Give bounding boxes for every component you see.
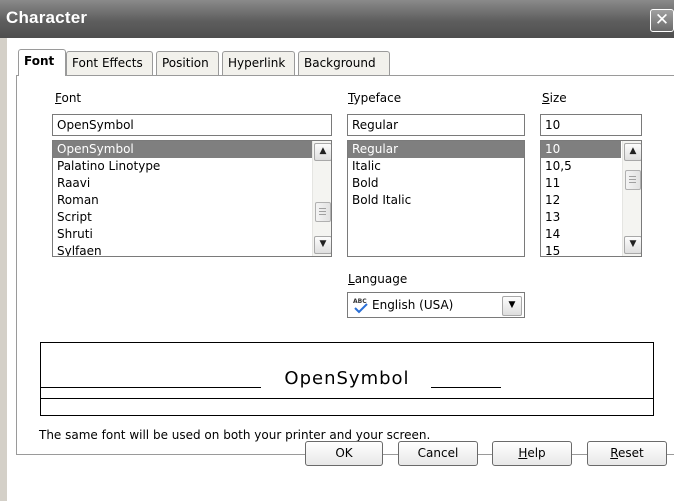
scroll-down-icon[interactable]: ▼ xyxy=(314,236,331,254)
language-value: English (USA) xyxy=(372,298,454,312)
list-item[interactable]: Shruti xyxy=(53,226,315,243)
scroll-thumb[interactable] xyxy=(625,170,641,190)
scroll-down-icon[interactable]: ▼ xyxy=(624,236,641,254)
list-item[interactable]: 10,5 xyxy=(541,158,621,175)
close-icon: ✕ xyxy=(654,10,670,30)
window-title: Character xyxy=(6,8,88,27)
list-item[interactable]: Script xyxy=(53,209,315,226)
typeface-input[interactable]: Regular xyxy=(347,114,525,136)
list-item[interactable]: 12 xyxy=(541,192,621,209)
list-item[interactable]: 10 xyxy=(541,141,621,158)
scroll-up-icon[interactable]: ▲ xyxy=(624,143,641,161)
tab-background[interactable]: Background xyxy=(298,51,390,75)
list-item[interactable]: 13 xyxy=(541,209,621,226)
size-list[interactable]: 10 10,5 11 12 13 14 15 ▲ ▼ xyxy=(540,140,642,257)
tab-font[interactable]: Font xyxy=(18,49,66,76)
tab-hyperlink[interactable]: Hyperlink xyxy=(222,51,295,75)
font-name-input[interactable]: OpenSymbol xyxy=(52,114,332,136)
svg-text:ABC: ABC xyxy=(353,298,367,305)
title-bar xyxy=(0,0,674,38)
list-item[interactable]: Raavi xyxy=(53,175,315,192)
size-list-scrollbar[interactable]: ▲ ▼ xyxy=(622,141,641,256)
preview-text: OpenSymbol xyxy=(284,368,410,389)
spellcheck-icon: ABC xyxy=(353,298,368,314)
list-item[interactable]: OpenSymbol xyxy=(53,141,315,158)
language-select[interactable]: ABC English (USA) ▼ xyxy=(347,292,525,318)
window-frame xyxy=(0,38,7,501)
size-label: Size xyxy=(542,91,567,105)
info-text: The same font will be used on both your … xyxy=(39,428,431,442)
cancel-button[interactable]: Cancel xyxy=(398,441,478,466)
font-label: Font xyxy=(55,91,82,105)
list-item[interactable]: Palatino Linotype xyxy=(53,158,315,175)
tab-font-effects[interactable]: Font Effects xyxy=(66,51,153,75)
preview-divider xyxy=(41,398,653,399)
list-item[interactable]: Regular xyxy=(348,141,524,158)
list-item[interactable]: 14 xyxy=(541,226,621,243)
font-list-scrollbar[interactable]: ▲ ▼ xyxy=(312,141,331,256)
typeface-label: Typeface xyxy=(348,91,402,105)
size-input[interactable]: 10 xyxy=(540,114,642,136)
tab-position[interactable]: Position xyxy=(156,51,219,75)
typeface-list[interactable]: Regular Italic Bold Bold Italic xyxy=(347,140,525,257)
scroll-up-icon[interactable]: ▲ xyxy=(314,143,331,161)
list-item[interactable]: Roman xyxy=(53,192,315,209)
list-item[interactable]: Italic xyxy=(348,158,524,175)
list-item[interactable]: 11 xyxy=(541,175,621,192)
help-button[interactable]: Help xyxy=(492,441,572,466)
scroll-thumb[interactable] xyxy=(315,202,331,222)
list-item[interactable]: 15 xyxy=(541,243,621,256)
list-item[interactable]: Sylfaen xyxy=(53,243,315,256)
ok-button[interactable]: OK xyxy=(305,441,383,466)
font-list[interactable]: OpenSymbol Palatino Linotype Raavi Roman… xyxy=(52,140,332,257)
chevron-down-icon[interactable]: ▼ xyxy=(502,296,522,316)
list-item[interactable]: Bold xyxy=(348,175,524,192)
reset-button[interactable]: Reset xyxy=(587,441,667,466)
font-preview: OpenSymbol xyxy=(40,342,654,416)
language-label: Language xyxy=(348,272,408,286)
list-item[interactable]: Bold Italic xyxy=(348,192,524,209)
close-button[interactable]: ✕ xyxy=(650,9,674,32)
